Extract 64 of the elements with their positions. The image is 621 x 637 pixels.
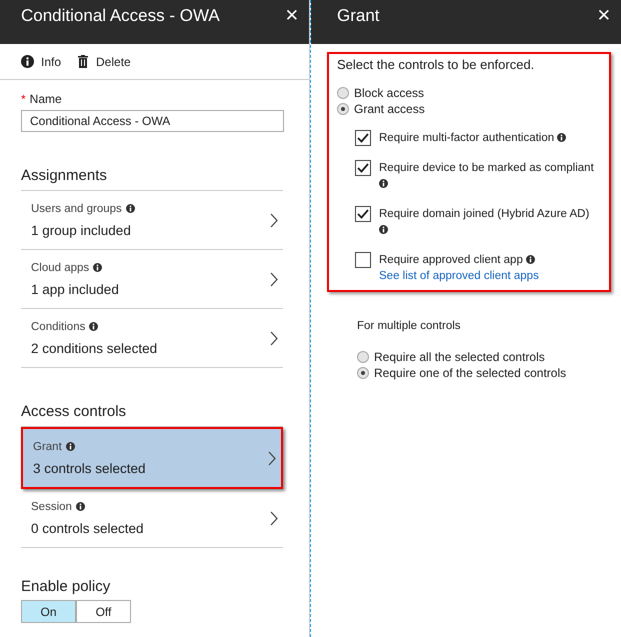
panel-title: Grant [337,6,380,26]
menu-item[interactable]: Session 0 controls selected [21,489,283,548]
info-icon [76,502,85,511]
menu-item[interactable]: Users and groups 1 group included [21,191,283,250]
item-value: 1 app included [31,282,119,296]
group-label: For multiple controls [357,320,462,332]
item-value: 1 group included [31,222,132,238]
info-icon [93,263,102,272]
chevron-icon [270,272,278,286]
checkbox-label: Require domain joined (Hybrid Azure AD) [379,208,590,220]
checkbox[interactable] [355,252,371,268]
checkbox-label: Require multi-factor authentication [379,132,554,144]
close-button[interactable]: ✕ [280,6,303,26]
delete-button[interactable]: Delete [77,54,131,68]
info-icon [126,204,135,213]
radio-button[interactable] [357,367,369,379]
info-icon [526,255,536,264]
section-heading: Enable policy [21,578,112,595]
info-icon [89,322,98,331]
checkbox[interactable] [355,206,371,222]
radio-label: Require one of the selected controls [374,366,566,380]
radio-button[interactable] [357,351,369,363]
item-value: 0 controls selected [31,520,144,536]
section-heading: Access controls [21,403,128,420]
radio-button[interactable] [337,103,349,115]
checkbox[interactable] [355,160,371,176]
info-icon [379,179,388,188]
checkbox[interactable] [355,130,371,146]
info-icon [66,442,75,451]
item-value: 3 controls selected [33,460,146,476]
radio-label: Block access [354,86,424,100]
chevron-icon [268,450,276,466]
info-icon [21,55,34,68]
radio-label: Grant access [354,102,425,116]
required-asterisk: * [21,92,26,106]
item-value: 2 conditions selected [31,340,158,356]
field-label: Name [30,92,62,106]
chevron-icon [270,212,278,228]
instruction-text: Select the controls to be enforced. [337,57,536,72]
info-button[interactable]: Info [21,54,62,68]
info-icon [557,133,566,142]
approved-apps-link[interactable]: See list of approved client apps [379,270,539,282]
name-input[interactable]: Conditional Access - OWA [21,110,284,132]
item-label: Conditions [31,320,86,332]
trash-icon [77,55,90,68]
item-label: Grant [33,440,62,452]
chevron-icon [270,330,278,346]
checkbox-label: Require device to be marked as compliant [379,162,594,174]
checkbox-label: Require approved client app [379,254,523,266]
item-label: Session [31,500,72,512]
info-icon [379,225,388,234]
radio-button[interactable] [337,87,349,99]
menu-item[interactable]: Conditions 2 conditions selected [21,309,283,368]
radio-label: Require all the selected controls [374,350,545,364]
toggle-option[interactable]: On [21,600,76,623]
panel-title: Conditional Access - OWA [21,6,220,26]
section-heading: Assignments [21,167,108,184]
toggle-option[interactable]: Off [76,600,131,623]
item-label: Cloud apps [31,262,90,274]
menu-item[interactable]: Grant 3 controls selected [21,427,283,489]
menu-item[interactable]: Cloud apps 1 app included [21,250,283,309]
item-label: Users and groups [31,202,122,214]
close-button[interactable]: ✕ [592,6,615,26]
chevron-icon [270,510,278,526]
